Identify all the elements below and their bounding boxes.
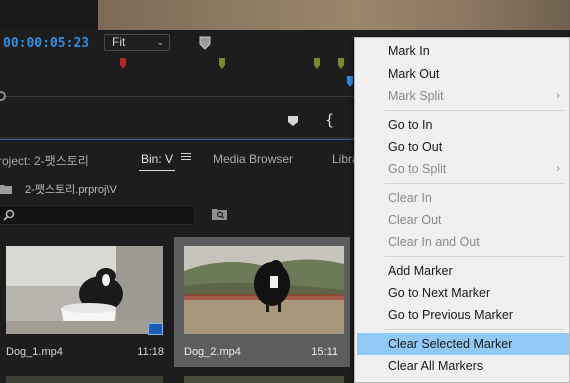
clip-duration: 11:18 — [137, 346, 164, 358]
menu-item-label: Go to Out — [388, 140, 443, 154]
marker-green[interactable] — [219, 58, 225, 69]
menu-separator — [385, 256, 565, 257]
menu-separator — [385, 329, 565, 330]
add-marker-icon[interactable] — [287, 115, 299, 127]
menu-item-label: Go to Split — [388, 162, 447, 176]
clip-preview-image — [184, 246, 344, 334]
menu-item-label: Mark In — [388, 44, 430, 58]
menu-separator — [385, 183, 565, 184]
marker-context-menu: Mark In Mark Out Mark Split › Go to In Go… — [354, 37, 570, 383]
menu-item-clear-in: Clear In — [355, 187, 570, 209]
menu-item-label: Clear All Markers — [388, 359, 484, 373]
zoom-level-select[interactable]: Fit ⌄ — [104, 34, 170, 51]
bin-search-input[interactable] — [0, 205, 195, 225]
sequence-badge-icon — [148, 323, 163, 335]
clip-name: Dog_1.mp4 — [6, 346, 63, 358]
menu-item-clear-in-and-out: Clear In and Out — [355, 231, 570, 253]
menu-item-label: Add Marker — [388, 264, 453, 278]
clip-thumbnail-partial[interactable] — [6, 376, 163, 383]
bin-path: 2-팻스토리.prproj\V — [25, 184, 117, 196]
menu-item-clear-out: Clear Out — [355, 209, 570, 231]
active-tab-indicator — [139, 170, 175, 171]
menu-separator — [385, 110, 565, 111]
panel-focus-line — [0, 139, 355, 140]
project-panel-tabs: roject: 2-팻스토리 Bin: V Media Browser Libr… — [0, 150, 359, 171]
marker-green[interactable] — [338, 58, 344, 69]
menu-item-go-to-previous-marker[interactable]: Go to Previous Marker — [355, 304, 570, 326]
playhead-handle-icon[interactable] — [199, 36, 211, 50]
menu-item-label: Clear In — [388, 191, 432, 205]
menu-item-go-to-in[interactable]: Go to In — [355, 114, 570, 136]
panel-menu-icon[interactable] — [181, 153, 191, 163]
clip-duration: 15:11 — [311, 346, 338, 358]
menu-item-add-marker[interactable]: Add Marker — [355, 260, 570, 282]
monitor-letterbox — [0, 0, 98, 30]
menu-item-clear-all-markers[interactable]: Clear All Markers — [355, 355, 570, 377]
menu-item-go-to-split: Go to Split › — [355, 158, 570, 180]
menu-item-label: Clear Selected Marker — [388, 337, 513, 351]
find-icon[interactable] — [212, 208, 227, 220]
program-monitor-preview — [98, 0, 570, 30]
clip-preview-image — [6, 246, 163, 334]
menu-item-go-to-out[interactable]: Go to Out — [355, 136, 570, 158]
scrub-knob[interactable] — [0, 91, 6, 101]
clip-thumbnail[interactable]: Dog_1.mp4 11:18 — [0, 237, 176, 367]
mark-in-icon[interactable]: { — [325, 111, 334, 129]
folder-up-icon[interactable] — [0, 184, 12, 194]
menu-item-label: Clear Out — [388, 213, 442, 227]
tab-media-browser[interactable]: Media Browser — [213, 152, 293, 166]
menu-item-label: Go to Previous Marker — [388, 308, 514, 322]
menu-item-mark-out[interactable]: Mark Out — [355, 63, 570, 85]
menu-item-label: Go to Next Marker — [388, 286, 491, 300]
menu-item-clear-selected-marker[interactable]: Clear Selected Marker — [357, 333, 569, 355]
scrub-bar[interactable] — [0, 96, 355, 97]
menu-item-go-to-next-marker[interactable]: Go to Next Marker — [355, 282, 570, 304]
menu-item-label: Go to In — [388, 118, 433, 132]
menu-item-label: Mark Split — [388, 89, 444, 103]
menu-item-mark-in[interactable]: Mark In — [355, 40, 570, 62]
zoom-level-value: Fit — [112, 35, 126, 49]
marker-red[interactable] — [120, 58, 126, 69]
menu-item-mark-split: Mark Split › — [355, 85, 570, 107]
menu-item-label: Clear In and Out — [388, 235, 480, 249]
chevron-right-icon: › — [556, 90, 560, 102]
marker-green[interactable] — [314, 58, 320, 69]
clip-thumbnail-partial[interactable] — [184, 376, 344, 383]
marker-ruler[interactable] — [0, 54, 355, 88]
tab-project[interactable]: roject: 2-팻스토리 — [0, 152, 89, 169]
playhead-timecode[interactable]: 00:00:05:23 — [3, 36, 89, 51]
search-icon — [3, 209, 15, 221]
clip-name: Dog_2.mp4 — [184, 346, 241, 358]
menu-item-label: Mark Out — [388, 67, 440, 81]
clip-thumbnail-selected[interactable]: Dog_2.mp4 15:11 — [174, 237, 350, 367]
marker-blue[interactable] — [347, 76, 353, 87]
tab-bin[interactable]: Bin: V — [141, 152, 173, 166]
chevron-right-icon: › — [556, 163, 560, 175]
premiere-workspace: 00:00:05:23 Fit ⌄ { roject: 2-팻스토리 Bin: … — [0, 0, 570, 383]
chevron-down-icon: ⌄ — [156, 37, 164, 47]
